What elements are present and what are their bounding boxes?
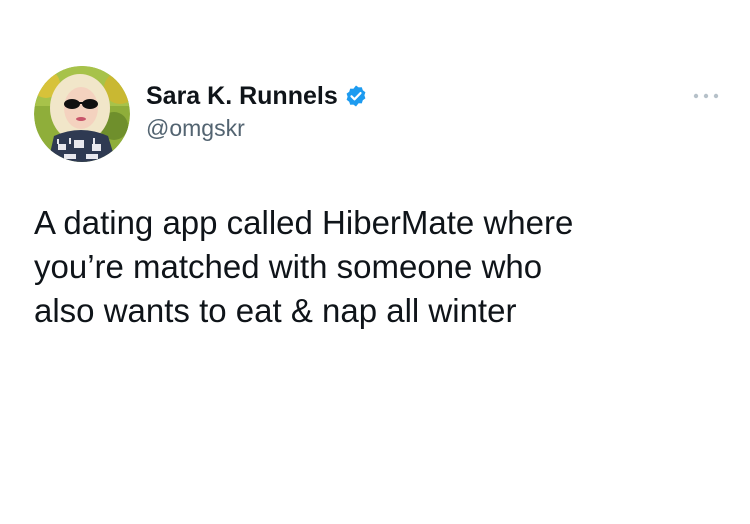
more-options-button[interactable] [690,86,722,106]
profile-photo-icon [34,66,130,162]
author-name[interactable]: Sara K. Runnels [146,81,338,111]
avatar[interactable] [34,66,130,162]
more-options-icon [693,93,719,99]
tweet-text: A dating app called HiberMate where you’… [34,204,574,329]
author-identity: Sara K. Runnels @omgskr [146,81,368,143]
tweet-card: Sara K. Runnels @omgskr A dating app cal… [0,0,750,524]
name-row: Sara K. Runnels [146,81,368,111]
author-handle[interactable]: @omgskr [146,113,368,143]
verified-badge-icon [344,84,368,108]
tweet-header: Sara K. Runnels @omgskr [34,66,724,162]
